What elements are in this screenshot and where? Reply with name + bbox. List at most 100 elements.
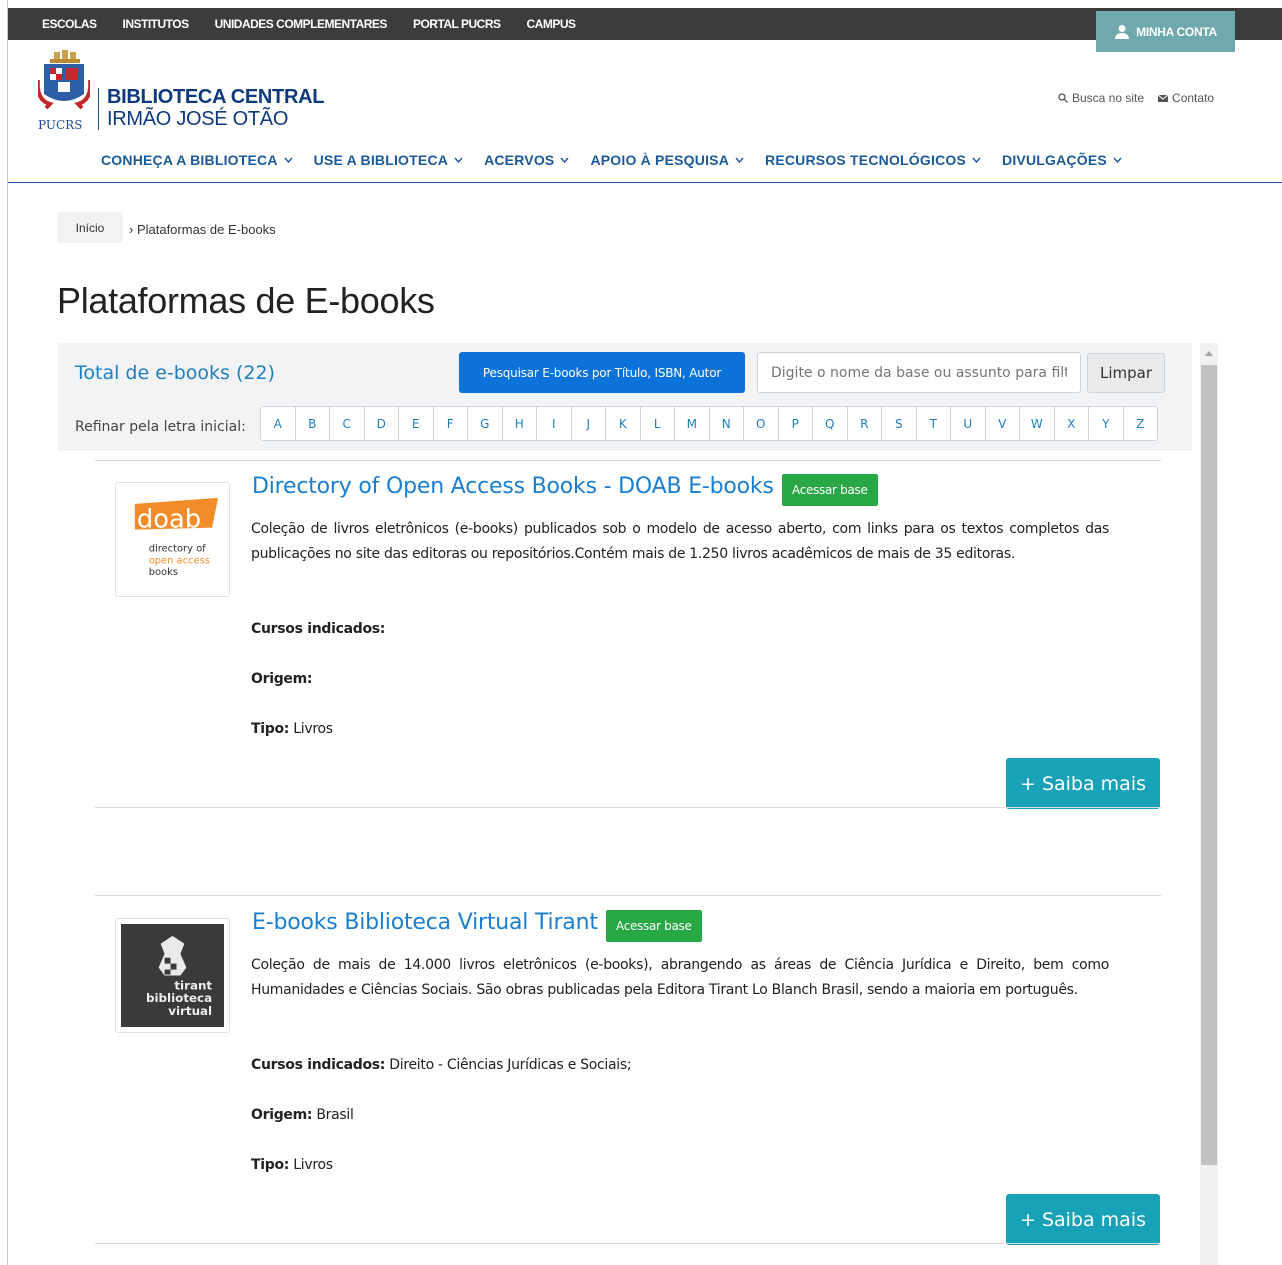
entry-origin: Origem: Brasil xyxy=(251,1107,354,1123)
contact-link[interactable]: Contato xyxy=(1158,91,1214,105)
doab-logo[interactable]: doab directory of open access books xyxy=(115,482,230,597)
letter-filter-p[interactable]: P xyxy=(777,406,813,441)
entry-type: Tipo: Livros xyxy=(251,721,333,737)
search-ebooks-button[interactable]: Pesquisar E-books por Título, ISBN, Auto… xyxy=(459,352,745,393)
nav-recursos-label: RECURSOS TECNOLÓGICOS xyxy=(765,152,967,168)
svg-text:open access: open access xyxy=(149,555,210,566)
nav-conheca-label: CONHEÇA A BIBLIOTECA xyxy=(101,152,278,168)
access-base-button[interactable]: Acessar base xyxy=(782,474,878,506)
top-link-escolas[interactable]: ESCOLAS xyxy=(42,17,97,31)
main-nav: CONHEÇA A BIBLIOTECA USE A BIBLIOTECA AC… xyxy=(101,152,1122,168)
top-link-portal[interactable]: PORTAL PUCRS xyxy=(413,17,501,31)
user-icon xyxy=(1115,24,1130,39)
page-edge xyxy=(0,0,8,1265)
letter-filter-b[interactable]: B xyxy=(294,406,330,441)
chevron-down-icon xyxy=(735,157,744,163)
letter-filter-j[interactable]: J xyxy=(570,406,606,441)
svg-text:PUCRS: PUCRS xyxy=(38,118,82,132)
access-base-button[interactable]: Acessar base xyxy=(606,910,702,942)
site-search-label: Busca no site xyxy=(1072,91,1145,105)
scroll-up-arrow[interactable] xyxy=(1200,343,1218,363)
nav-use-label: USE A BIBLIOTECA xyxy=(313,152,449,168)
top-bar: ESCOLAS INSTITUTOS UNIDADES COMPLEMENTAR… xyxy=(8,8,1282,40)
letter-filter-i[interactable]: I xyxy=(536,406,572,441)
tirant-logo[interactable]: tirant biblioteca virtual xyxy=(115,918,230,1033)
envelope-icon xyxy=(1158,94,1169,102)
entry-type: Tipo: Livros xyxy=(251,1157,333,1173)
my-account-label: MINHA CONTA xyxy=(1136,24,1217,39)
nav-divulgacoes-label: DIVULGAÇÕES xyxy=(1002,152,1107,168)
letter-filter-c[interactable]: C xyxy=(329,406,365,441)
letter-filter-n[interactable]: N xyxy=(708,406,744,441)
doab-logo-image: doab directory of open access books xyxy=(134,497,219,578)
letter-filter-z[interactable]: Z xyxy=(1122,406,1158,441)
letter-filter-f[interactable]: F xyxy=(432,406,468,441)
top-link-campus[interactable]: CAMPUS xyxy=(527,17,577,31)
nav-apoio[interactable]: APOIO À PESQUISA xyxy=(590,152,744,168)
chevron-down-icon xyxy=(560,157,569,163)
letter-filter-w[interactable]: W xyxy=(1019,406,1055,441)
letter-filter-e[interactable]: E xyxy=(398,406,434,441)
letter-filter-s[interactable]: S xyxy=(881,406,917,441)
nav-recursos[interactable]: RECURSOS TECNOLÓGICOS xyxy=(765,152,981,168)
letter-filter-q[interactable]: Q xyxy=(812,406,848,441)
tirant-logo-image: tirant biblioteca virtual xyxy=(121,924,224,1027)
nav-apoio-label: APOIO À PESQUISA xyxy=(590,152,730,168)
svg-text:virtual: virtual xyxy=(168,1004,212,1018)
entry-courses: Cursos indicados: Direito - Ciências Jur… xyxy=(251,1057,632,1073)
nav-acervos-label: ACERVOS xyxy=(484,152,555,168)
filter-input[interactable] xyxy=(757,352,1081,393)
letter-filter-t[interactable]: T xyxy=(915,406,951,441)
scrollbar-thumb[interactable] xyxy=(1201,365,1217,1165)
library-title-line1: BIBLIOTECA CENTRAL xyxy=(107,86,325,108)
scroll-up-icon xyxy=(1205,350,1213,356)
nav-acervos[interactable]: ACERVOS xyxy=(484,152,569,168)
clear-button[interactable]: Limpar xyxy=(1087,353,1165,393)
pucrs-logo[interactable]: PUCRS xyxy=(38,50,90,132)
letter-filter-a[interactable]: A xyxy=(260,406,296,441)
entry-title[interactable]: E-books Biblioteca Virtual Tirant xyxy=(252,910,598,935)
letter-filter: ABCDEFGHIJKLMNOPQRSTUVWXYZ xyxy=(260,406,1158,441)
entry-divider xyxy=(95,895,1161,896)
letter-filter-m[interactable]: M xyxy=(674,406,710,441)
refine-label: Refinar pela letra inicial: xyxy=(75,419,246,435)
library-title-line2: IRMÃO JOSÉ OTÃO xyxy=(107,108,289,130)
top-link-institutos[interactable]: INSTITUTOS xyxy=(123,17,190,31)
nav-conheca[interactable]: CONHEÇA A BIBLIOTECA xyxy=(101,152,293,168)
more-info-button[interactable]: + Saiba mais xyxy=(1006,758,1160,809)
entry-title[interactable]: Directory of Open Access Books - DOAB E-… xyxy=(252,474,774,499)
more-info-button[interactable]: + Saiba mais xyxy=(1006,1194,1160,1245)
nav-use[interactable]: USE A BIBLIOTECA xyxy=(314,152,463,168)
page-title: Plataformas de E-books xyxy=(57,280,435,321)
svg-text:directory of: directory of xyxy=(149,543,206,554)
breadcrumb-home[interactable]: Início xyxy=(57,212,123,243)
library-title[interactable]: BIBLIOTECA CENTRAL IRMÃO JOSÉ OTÃO xyxy=(107,86,324,130)
letter-filter-x[interactable]: X xyxy=(1053,406,1089,441)
header-divider xyxy=(8,182,1282,183)
contact-label: Contato xyxy=(1172,91,1215,105)
entry-divider xyxy=(95,807,1161,808)
letter-filter-y[interactable]: Y xyxy=(1088,406,1124,441)
my-account-button[interactable]: MINHA CONTA xyxy=(1096,11,1235,52)
letter-filter-v[interactable]: V xyxy=(984,406,1020,441)
total-count: Total de e-books (22) xyxy=(75,362,276,384)
entry-origin: Origem: xyxy=(251,671,313,687)
letter-filter-g[interactable]: G xyxy=(467,406,503,441)
letter-filter-r[interactable]: R xyxy=(846,406,882,441)
nav-divulgacoes[interactable]: DIVULGAÇÕES xyxy=(1002,152,1122,168)
entry-divider xyxy=(95,460,1161,461)
letter-filter-h[interactable]: H xyxy=(501,406,537,441)
letter-filter-u[interactable]: U xyxy=(950,406,986,441)
search-icon xyxy=(1058,93,1068,103)
letter-filter-k[interactable]: K xyxy=(605,406,641,441)
top-link-unidades[interactable]: UNIDADES COMPLEMENTARES xyxy=(215,17,388,31)
letter-filter-o[interactable]: O xyxy=(743,406,779,441)
chevron-down-icon xyxy=(1113,157,1122,163)
entry-description: Coleção de livros eletrônicos (e-books) … xyxy=(251,521,1109,562)
chevron-down-icon xyxy=(454,157,463,163)
letter-filter-d[interactable]: D xyxy=(363,406,399,441)
letter-filter-l[interactable]: L xyxy=(639,406,675,441)
site-search-link[interactable]: Busca no site xyxy=(1058,91,1144,105)
breadcrumb-current: › Plataformas de E-books xyxy=(129,222,276,237)
entry-courses: Cursos indicados: xyxy=(251,621,386,637)
